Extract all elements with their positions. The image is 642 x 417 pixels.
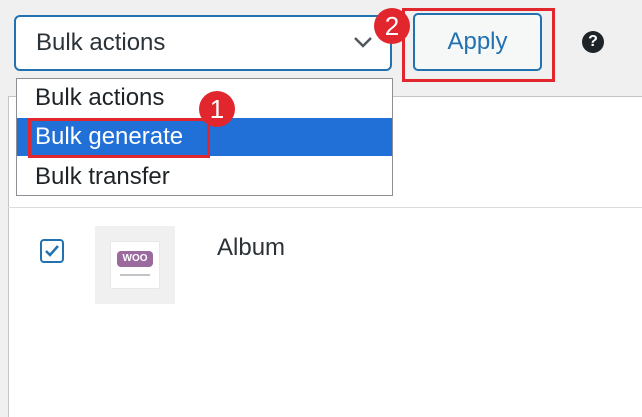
thumbnail-card: WOO (111, 242, 159, 288)
woo-logo: WOO (117, 251, 153, 267)
row-select-checkbox[interactable] (40, 239, 64, 263)
table-header-divider (8, 207, 642, 208)
chevron-down-icon (354, 37, 372, 48)
bulk-actions-selected-value: Bulk actions (36, 29, 166, 56)
product-thumbnail[interactable]: WOO (95, 226, 175, 304)
help-icon[interactable]: ? (582, 31, 604, 53)
option-bulk-transfer[interactable]: Bulk transfer (17, 158, 392, 196)
checkmark-icon (45, 245, 59, 257)
step-badge-1: 1 (199, 91, 235, 127)
thumbnail-line (120, 274, 150, 276)
bulk-actions-select[interactable]: Bulk actions (14, 15, 392, 71)
product-name-link[interactable]: Album (217, 234, 285, 262)
apply-button[interactable]: Apply (413, 13, 542, 71)
step-badge-2: 2 (374, 8, 410, 44)
bulk-generate-highlight-box (28, 118, 210, 158)
